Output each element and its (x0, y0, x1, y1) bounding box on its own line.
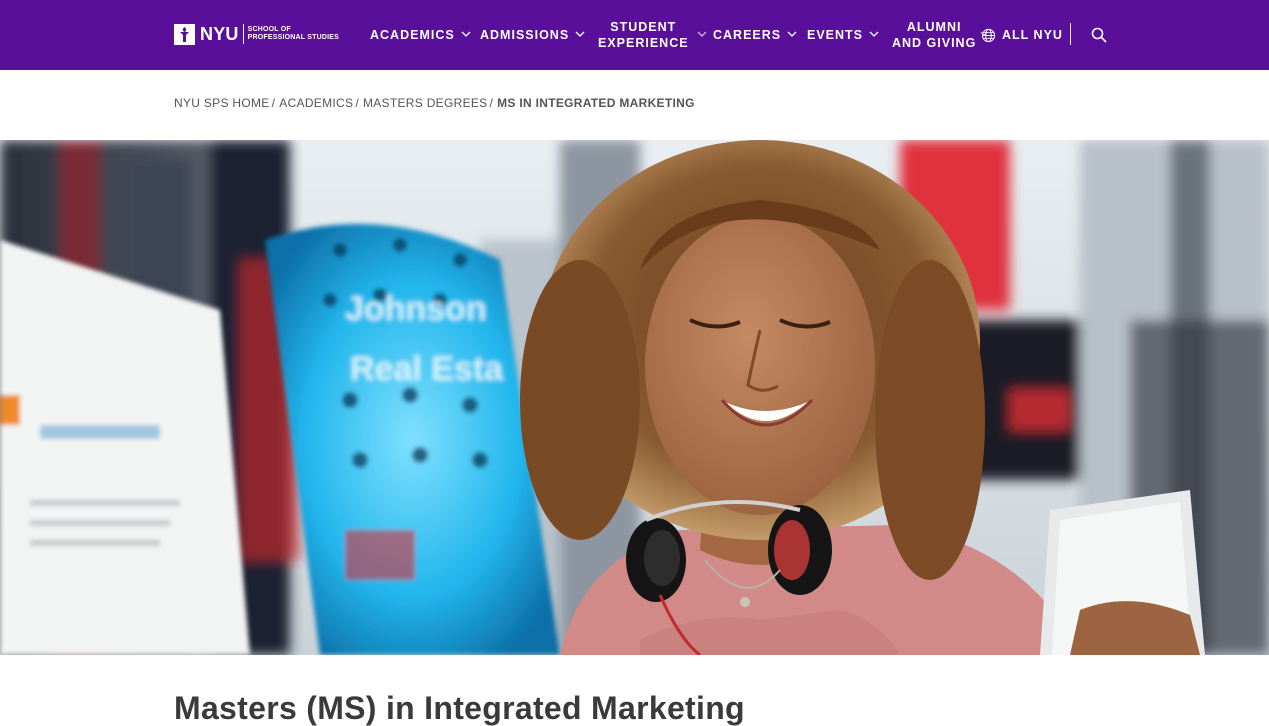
chevron-down-icon (787, 31, 797, 40)
breadcrumb-current: MS IN INTEGRATED MARKETING (497, 96, 695, 110)
nyu-sps-logo[interactable]: NYU SCHOOL OF PROFESSIONAL STUDIES (174, 23, 339, 45)
nav-events[interactable]: EVENTS (807, 0, 879, 70)
nav-alumni-and-giving[interactable]: ALUMNI AND GIVING (892, 0, 989, 70)
breadcrumb-sps-home[interactable]: NYU SPS HOME (174, 96, 270, 110)
logo-nyu-text: NYU (200, 23, 239, 44)
breadcrumb-separator: / (271, 96, 276, 110)
chevron-down-icon (575, 31, 585, 40)
all-nyu-link[interactable]: ALL NYU (981, 0, 1063, 70)
breadcrumb-academics[interactable]: ACADEMICS (279, 96, 353, 110)
nav-academics[interactable]: ACADEMICS (370, 0, 471, 70)
logo-school-line2: PROFESSIONAL STUDIES (247, 34, 339, 41)
nav-careers-label: CAREERS (713, 28, 782, 42)
nav-events-label: EVENTS (807, 28, 864, 42)
nav-student-experience-label: STUDENT EXPERIENCE (598, 19, 689, 51)
chevron-down-icon (697, 31, 707, 40)
nav-student-experience-line2: EXPERIENCE (598, 36, 689, 50)
nav-alumni-line1: ALUMNI (906, 20, 962, 34)
hero-image: Johnson Real Esta (0, 140, 1269, 655)
logo-divider (242, 24, 244, 44)
nav-student-experience[interactable]: STUDENT EXPERIENCE (598, 0, 707, 70)
svg-text:Johnson: Johnson (345, 290, 487, 328)
logo-school-name: SCHOOL OF PROFESSIONAL STUDIES (248, 26, 339, 42)
nav-admissions[interactable]: ADMISSIONS (480, 0, 585, 70)
breadcrumb: NYU SPS HOME / ACADEMICS / MASTERS DEGRE… (174, 96, 695, 110)
search-icon (1091, 27, 1107, 43)
breadcrumb-separator: / (355, 96, 359, 110)
search-button[interactable] (1091, 27, 1107, 43)
globe-icon (981, 28, 996, 43)
header-divider (1070, 23, 1071, 45)
all-nyu-label: ALL NYU (1002, 28, 1063, 42)
site-header: NYU SCHOOL OF PROFESSIONAL STUDIES ACADE… (0, 0, 1269, 70)
chevron-down-icon (869, 31, 879, 40)
nav-careers[interactable]: CAREERS (713, 0, 797, 70)
page-title: Masters (MS) in Integrated Marketing (174, 690, 745, 726)
nav-academics-label: ACADEMICS (370, 28, 455, 42)
nav-alumni-and-giving-label: ALUMNI AND GIVING (892, 19, 976, 51)
torch-icon (174, 23, 195, 45)
svg-text:Real Esta: Real Esta (350, 350, 504, 388)
breadcrumb-separator: / (489, 96, 494, 110)
nav-alumni-line2: AND GIVING (892, 36, 977, 50)
logo-school-line1: SCHOOL OF (247, 26, 291, 33)
chevron-down-icon (461, 31, 471, 40)
nav-admissions-label: ADMISSIONS (480, 28, 570, 42)
nav-student-experience-line1: STUDENT (610, 20, 677, 34)
breadcrumb-masters-degrees[interactable]: MASTERS DEGREES (363, 96, 488, 110)
